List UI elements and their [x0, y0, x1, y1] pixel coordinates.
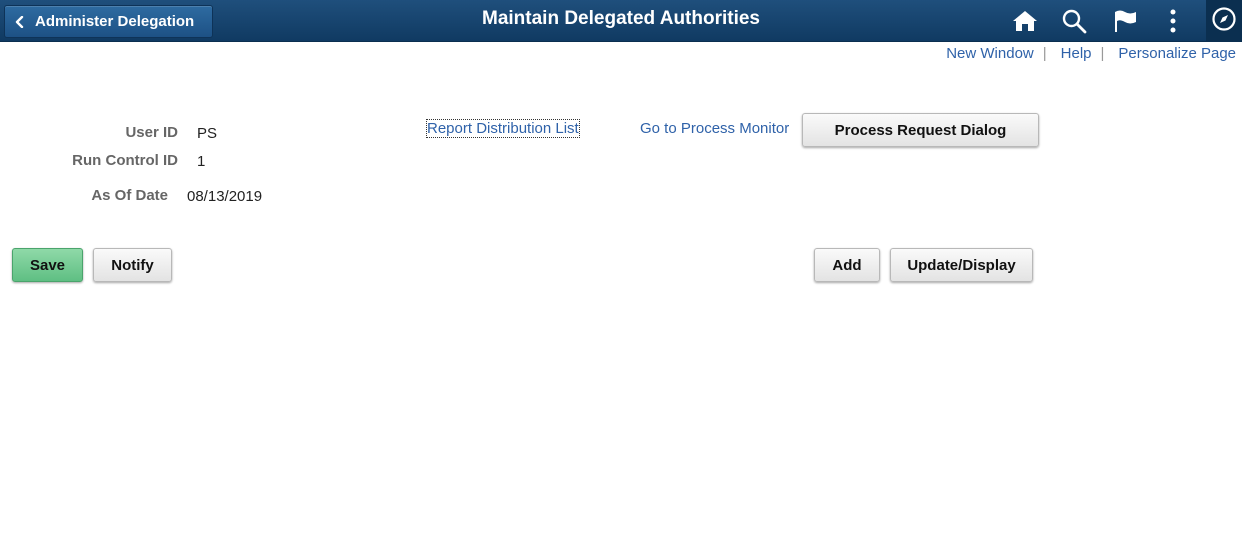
more-options-icon[interactable]	[1160, 8, 1186, 34]
new-window-link[interactable]: New Window	[946, 45, 1034, 62]
user-id-label: User ID	[125, 124, 178, 141]
report-distribution-list-link[interactable]: Report Distribution List	[426, 119, 580, 138]
user-id-value: PS	[197, 125, 218, 142]
process-monitor-link[interactable]: Go to Process Monitor	[640, 120, 789, 137]
chevron-left-icon	[15, 15, 25, 28]
flag-icon[interactable]	[1112, 8, 1138, 34]
save-button[interactable]: Save	[12, 248, 83, 282]
page-links: New Window | Help | Personalize Page	[946, 45, 1236, 62]
update-display-button[interactable]: Update/Display	[890, 248, 1033, 282]
personalize-page-link[interactable]: Personalize Page	[1118, 45, 1236, 62]
add-button[interactable]: Add	[814, 248, 880, 282]
as-of-date-value: 08/13/2019	[187, 188, 263, 205]
notify-button[interactable]: Notify	[93, 248, 172, 282]
navbar-button[interactable]	[1206, 0, 1242, 42]
run-control-id-value: 1	[197, 153, 206, 170]
back-button-label: Administer Delegation	[35, 13, 195, 30]
run-control-id-label: Run Control ID	[72, 152, 178, 169]
link-separator: |	[1042, 45, 1047, 62]
process-request-dialog-button[interactable]: Process Request Dialog	[802, 113, 1039, 147]
navbar-compass-icon	[1211, 6, 1237, 37]
home-icon[interactable]	[1012, 8, 1038, 34]
back-button[interactable]: Administer Delegation	[4, 5, 213, 38]
search-icon[interactable]	[1061, 8, 1087, 34]
link-separator: |	[1100, 45, 1105, 62]
as-of-date-label: As Of Date	[91, 187, 168, 204]
header-banner: Administer Delegation Maintain Delegated…	[0, 0, 1242, 42]
help-link[interactable]: Help	[1061, 45, 1092, 62]
